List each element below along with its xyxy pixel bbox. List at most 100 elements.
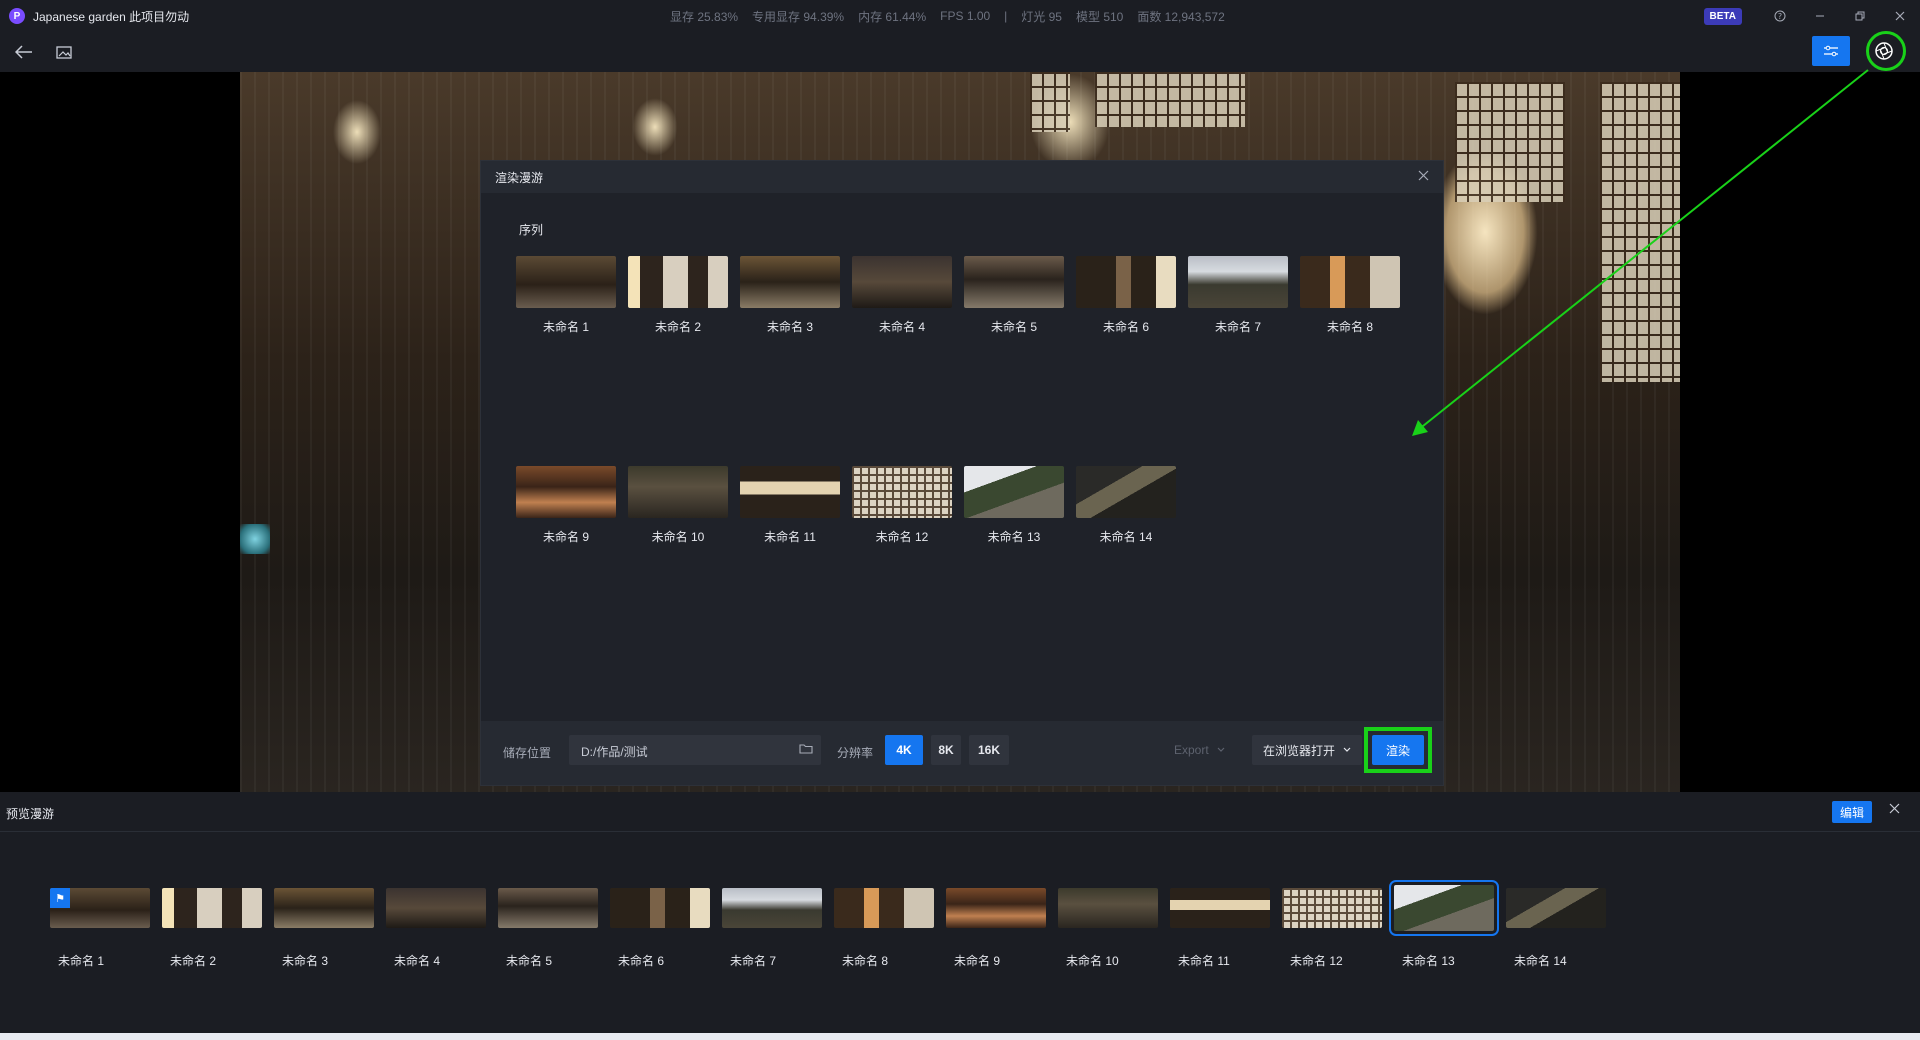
sequence-item[interactable]: 未命名 7 [1188, 256, 1288, 335]
beta-badge: BETA [1703, 7, 1742, 25]
preview-item[interactable]: 未命名 12 [1282, 888, 1382, 968]
sequence-label: 序列 [519, 223, 544, 237]
sequence-item[interactable]: 未命名 12 [852, 466, 952, 545]
preview-item-label: 未命名 2 [170, 954, 217, 968]
sequence-item[interactable]: 未命名 9 [516, 466, 616, 545]
preview-item-label: 未命名 11 [1178, 954, 1230, 968]
preview-title: 预览漫游 [6, 807, 55, 821]
sequence-thumbnail [852, 256, 952, 308]
preview-thumbnail [1506, 888, 1606, 928]
render-button[interactable]: 渲染 [1372, 735, 1424, 765]
save-path-input[interactable]: D:/作品/测试 [569, 735, 821, 765]
export-dropdown[interactable]: Export [1166, 735, 1242, 765]
help-icon[interactable]: ? [1760, 0, 1800, 32]
preview-thumbnail [386, 888, 486, 928]
preview-item[interactable]: 未命名 14 [1506, 888, 1606, 968]
preview-thumbnail [610, 888, 710, 928]
sequence-item[interactable]: 未命名 8 [1300, 256, 1400, 335]
title-bar: P Japanese garden 此项目勿动 显存 25.83% 专用显存 9… [0, 0, 1920, 32]
chevron-down-icon [1217, 747, 1225, 752]
preview-item-selected[interactable]: 未命名 13 [1389, 880, 1499, 968]
sequence-item[interactable]: 未命名 11 [740, 466, 840, 545]
preview-item-label: 未命名 13 [1402, 954, 1455, 968]
preview-close-icon[interactable] [1889, 801, 1900, 819]
preview-thumbnail [946, 888, 1046, 928]
stat-vram: 显存 25.83% [670, 9, 739, 24]
preview-item-label: 未命名 3 [282, 954, 329, 968]
sequence-thumbnail [628, 256, 728, 308]
sequence-item-label: 未命名 13 [987, 530, 1041, 544]
sequence-item[interactable]: 未命名 1 [516, 256, 616, 335]
sequence-item[interactable]: 未命名 13 [964, 466, 1064, 545]
restore-icon[interactable] [1840, 0, 1880, 32]
close-icon[interactable] [1880, 0, 1920, 32]
sequence-item[interactable]: 未命名 3 [740, 256, 840, 335]
preview-item[interactable]: ⚑ 未命名 1 [50, 888, 150, 968]
preview-thumbnail [1282, 888, 1382, 928]
sequence-item[interactable]: 未命名 6 [1076, 256, 1176, 335]
resolution-8k-button[interactable]: 8K [931, 735, 961, 765]
performance-stats: 显存 25.83% 专用显存 94.39% 内存 61.44% FPS 1.00… [670, 0, 1225, 32]
sequence-item[interactable]: 未命名 4 [852, 256, 952, 335]
svg-text:?: ? [1778, 12, 1782, 21]
preview-item-label: 未命名 4 [394, 954, 441, 968]
resolution-16k-button[interactable]: 16K [969, 735, 1009, 765]
sequence-item-label: 未命名 2 [654, 320, 701, 334]
sequence-thumbnail [1188, 256, 1288, 308]
preview-item-label: 未命名 9 [954, 954, 1001, 968]
shoji-window [1030, 72, 1070, 132]
minimize-icon[interactable] [1800, 0, 1840, 32]
sequence-item[interactable]: 未命名 5 [964, 256, 1064, 335]
preview-item-label: 未命名 7 [730, 954, 777, 968]
toolbar [0, 32, 1920, 72]
preview-item[interactable]: 未命名 5 [498, 888, 598, 968]
sequence-thumbnail [740, 256, 840, 308]
preview-item[interactable]: 未命名 9 [946, 888, 1046, 968]
sequence-item[interactable]: 未命名 14 [1076, 466, 1176, 545]
back-arrow-icon[interactable] [12, 40, 36, 64]
preview-item[interactable]: 未命名 3 [274, 888, 374, 968]
settings-sliders-button[interactable] [1812, 36, 1850, 66]
image-icon[interactable] [52, 40, 76, 64]
save-location-label: 储存位置 [503, 746, 552, 760]
preview-item-label: 未命名 8 [842, 954, 889, 968]
sequence-item-label: 未命名 4 [878, 320, 925, 334]
preview-item[interactable]: 未命名 10 [1058, 888, 1158, 968]
sequence-thumbnail [964, 466, 1064, 518]
preview-item[interactable]: 未命名 8 [834, 888, 934, 968]
shoji-window [1095, 72, 1245, 127]
dialog-header: 渲染漫游 [481, 161, 1443, 193]
preview-thumbnail: ⚑ [50, 888, 150, 928]
dialog-close-icon[interactable] [1418, 168, 1429, 186]
window-controls: BETA ? [1703, 0, 1920, 32]
preview-header: 预览漫游 编辑 [0, 792, 1920, 832]
sequence-item-label: 未命名 5 [990, 320, 1037, 334]
folder-icon[interactable] [799, 742, 813, 757]
preview-walkthrough-panel: 预览漫游 编辑 ⚑ 未命名 1 未命名 2 未命名 3 未命名 4 未命名 5 未… [0, 792, 1920, 1040]
preview-item-label: 未命名 5 [506, 954, 553, 968]
app-logo-icon: P [9, 8, 25, 24]
edit-button[interactable]: 编辑 [1832, 801, 1872, 823]
preview-item-label: 未命名 1 [58, 954, 105, 968]
sequence-thumbnail [628, 466, 728, 518]
sequence-item[interactable]: 未命名 2 [628, 256, 728, 335]
sequence-item[interactable]: 未命名 10 [628, 466, 728, 545]
preview-item[interactable]: 未命名 6 [610, 888, 710, 968]
preview-item[interactable]: 未命名 4 [386, 888, 486, 968]
preview-thumbnail [1058, 888, 1158, 928]
resolution-4k-button[interactable]: 4K [885, 735, 923, 765]
render-walkthrough-dialog: 渲染漫游 序列 未命名 1 未命名 2 未命名 3 未命名 4 未命名 5 未命… [480, 160, 1444, 786]
open-in-browser-dropdown[interactable]: 在浏览器打开 [1252, 735, 1362, 765]
preview-item-label: 未命名 12 [1290, 954, 1343, 968]
sequence-item-label: 未命名 8 [1326, 320, 1373, 334]
preview-thumbnail [722, 888, 822, 928]
preview-thumbnail [1389, 880, 1499, 936]
stat-memory: 内存 61.44% [858, 9, 927, 24]
preview-item[interactable]: 未命名 7 [722, 888, 822, 968]
preview-item[interactable]: 未命名 2 [162, 888, 262, 968]
preview-item[interactable]: 未命名 11 [1170, 888, 1270, 968]
preview-thumbnail [274, 888, 374, 928]
sequence-item-label: 未命名 6 [1102, 320, 1149, 334]
shoji-window [1600, 82, 1680, 382]
resolution-label: 分辨率 [837, 746, 874, 760]
